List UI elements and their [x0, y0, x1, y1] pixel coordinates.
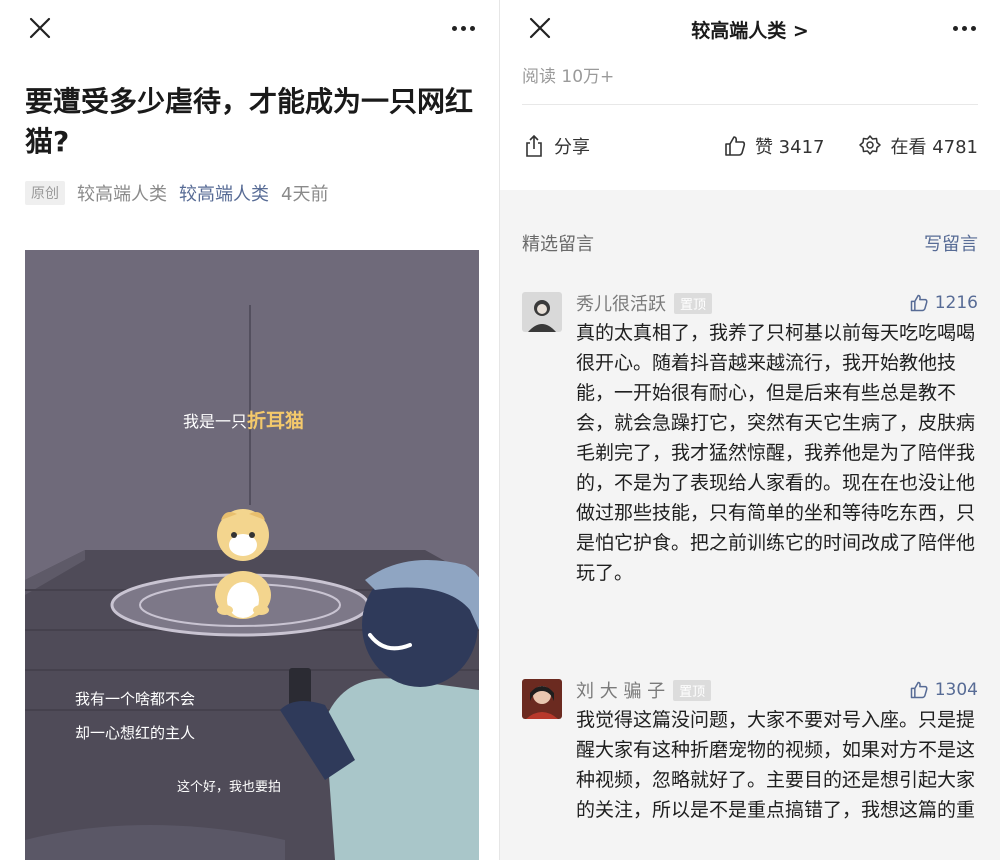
like-count: 赞 3417	[754, 137, 825, 158]
illustration-caption-speech: 这个好，我也要拍	[177, 780, 282, 795]
thumbs-up-icon	[910, 681, 928, 699]
pinned-badge: 置顶	[673, 679, 712, 701]
comment-header: 秀儿很活跃 置顶 1216	[576, 288, 978, 318]
wow-icon	[859, 135, 882, 155]
more-icon[interactable]	[946, 10, 982, 46]
account-link[interactable]: 较高端人类	[179, 180, 269, 206]
comment-like-button[interactable]: 1216	[909, 293, 978, 313]
thumbs-up-icon	[725, 136, 746, 156]
close-icon[interactable]	[22, 10, 58, 46]
avatar[interactable]	[522, 679, 562, 719]
watching-count: 在看 4781	[890, 137, 978, 158]
comment-header: 刘 大 骗 子 置顶 1304	[576, 675, 978, 705]
comments-section: 精选留言 写留言 秀儿很活跃 置顶 1216 真的太真相了，我养了只柯基以前每天…	[500, 190, 1000, 860]
comments-header: 精选留言 写留言	[522, 230, 978, 256]
comment-like-count: 1304	[934, 680, 978, 700]
article-title: 要遭受多少虐待，才能成为一只网红猫?	[25, 85, 474, 158]
comment-like-button[interactable]: 1304	[909, 680, 978, 700]
read-count: 阅读 10万+	[522, 67, 615, 87]
write-comment-link[interactable]: 写留言	[924, 230, 978, 256]
featured-comments-label: 精选留言	[522, 234, 594, 255]
watching-button[interactable]: 在看 4781	[858, 133, 978, 159]
article-panel: 要遭受多少虐待，才能成为一只网红猫? 原创 较高端人类 较高端人类 4天前 我是…	[0, 0, 500, 860]
commenter-name[interactable]: 刘 大 骗 子	[576, 677, 665, 703]
share-icon	[526, 134, 542, 157]
article-topbar	[0, 0, 499, 56]
caption-owner-line2: 却一心想红的主人	[75, 724, 196, 742]
reaction-group: 赞 3417 在看 4781	[723, 133, 978, 159]
caption-highlight: 折耳猫	[247, 410, 305, 432]
illustration-scene	[25, 250, 479, 860]
comments-panel: 较高端人类 > 阅读 10万+ 分享 赞 3417 在看 4781 精选留言 写…	[500, 0, 1000, 860]
illustration-caption-cat: 我是一只折耳猫	[183, 406, 304, 433]
comments-topbar: 较高端人类 >	[500, 0, 1000, 56]
comment-like-count: 1216	[934, 293, 978, 313]
comment-text: 我觉得这篇没问题，大家不要对号入座。只是提醒大家有这种折磨宠物的视频，如果对方不…	[576, 709, 976, 821]
comment-text: 真的太真相了，我养了只柯基以前每天吃吃喝喝很开心。随着抖音越来越流行，我开始教他…	[576, 322, 976, 584]
pinned-badge: 置顶	[674, 292, 713, 314]
more-icon[interactable]	[445, 10, 481, 46]
article-actions: 分享 赞 3417 在看 4781	[522, 128, 978, 164]
comment-item: 秀儿很活跃 置顶 1216 真的太真相了，我养了只柯基以前每天吃吃喝喝很开心。随…	[522, 288, 978, 648]
divider	[522, 104, 978, 105]
article-illustration: 我是一只折耳猫 我有一个啥都不会 却一心想红的主人 这个好，我也要拍	[25, 250, 479, 860]
like-button[interactable]: 赞 3417	[723, 133, 825, 159]
share-label: 分享	[554, 137, 590, 158]
share-button[interactable]: 分享	[522, 133, 590, 159]
article-meta: 原创 较高端人类 较高端人类 4天前	[25, 180, 328, 206]
avatar[interactable]	[522, 292, 562, 332]
publish-time: 4天前	[281, 184, 329, 205]
caption-prefix: 我是一只	[183, 412, 248, 431]
illustration-caption-owner: 我有一个啥都不会 却一心想红的主人	[75, 682, 195, 750]
account-title[interactable]: 较高端人类 >	[500, 16, 1000, 43]
thumbs-up-icon	[910, 294, 928, 312]
caption-owner-line1: 我有一个啥都不会	[75, 690, 196, 708]
original-badge: 原创	[25, 181, 65, 205]
author-name: 较高端人类	[77, 184, 167, 205]
commenter-name[interactable]: 秀儿很活跃	[576, 290, 666, 316]
comment-item: 刘 大 骗 子 置顶 1304 我觉得这篇没问题，大家不要对号入座。只是提醒大家…	[522, 675, 978, 860]
